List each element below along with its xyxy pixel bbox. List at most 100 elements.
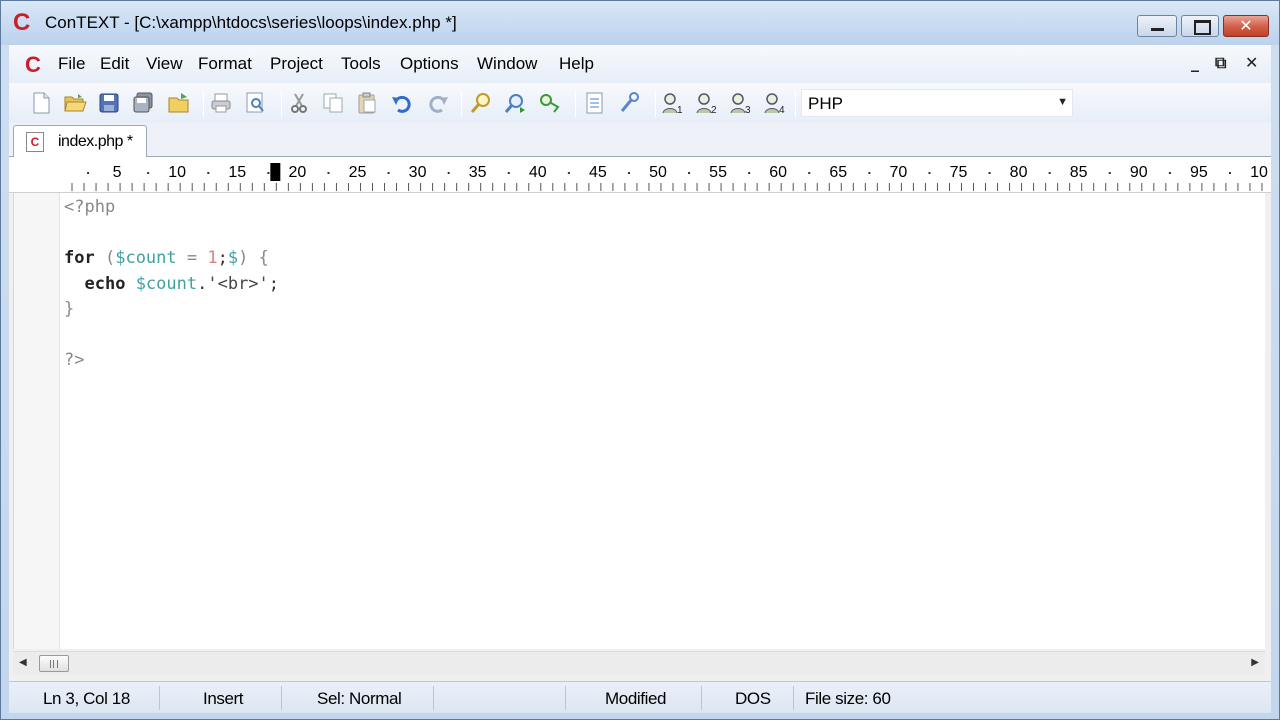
tab-label: index.php * [58, 133, 133, 150]
ruler-label: 90 [1130, 164, 1148, 181]
open-project-icon[interactable] [167, 91, 191, 115]
print-icon[interactable] [209, 91, 233, 115]
menu-help[interactable]: Help [559, 54, 594, 74]
status-divider [793, 686, 794, 710]
svg-text:3: 3 [745, 105, 751, 115]
ruler-half-mark [87, 172, 90, 174]
user-4-icon[interactable]: 4 [763, 91, 787, 116]
toolbar-separator [655, 91, 656, 117]
document-icon[interactable] [583, 91, 607, 115]
scroll-thumb[interactable] [39, 655, 69, 672]
php-file-icon: C [26, 132, 44, 152]
copy-icon[interactable] [321, 91, 345, 115]
code-line[interactable]: ​ [64, 323, 279, 349]
menu-tools[interactable]: Tools [341, 54, 381, 74]
status-divider [701, 686, 702, 710]
ruler-cursor-marker [270, 163, 281, 181]
save-all-icon[interactable] [131, 91, 155, 115]
status-divider [159, 686, 160, 710]
ruler-half-mark [748, 172, 751, 174]
print-preview-icon[interactable] [243, 91, 267, 115]
undo-icon[interactable] [391, 91, 415, 115]
ruler-label: 70 [889, 164, 907, 181]
menu-view[interactable]: View [146, 54, 183, 74]
status-divider [281, 686, 282, 710]
ruler-label: 10 [1250, 164, 1268, 181]
ruler-label: 50 [649, 164, 667, 181]
new-file-icon[interactable] [29, 91, 53, 115]
menu-options[interactable]: Options [400, 54, 459, 74]
svg-text:2: 2 [711, 105, 717, 115]
menu-project[interactable]: Project [270, 54, 323, 74]
maximize-button[interactable] [1181, 15, 1219, 37]
client-area: C File Edit View Format Project Tools Op… [9, 45, 1271, 713]
find-icon[interactable] [469, 91, 493, 115]
replace-icon[interactable] [537, 91, 561, 115]
ruler-label: 20 [288, 164, 306, 181]
code-line[interactable]: for ($count = 1;$) { [64, 246, 279, 272]
code-line[interactable]: echo $count.'<br>'; [64, 272, 279, 298]
menu-format[interactable]: Format [198, 54, 252, 74]
user-1-icon[interactable]: 1 [661, 91, 685, 116]
highlighter-value: PHP [808, 94, 843, 113]
ruler-half-mark [1108, 172, 1111, 174]
redo-icon[interactable] [425, 91, 449, 115]
toolbar-separator [795, 91, 796, 117]
status-bar: Ln 3, Col 18 Insert Sel: Normal Modified… [9, 681, 1271, 713]
paste-icon[interactable] [355, 91, 379, 115]
close-button[interactable] [1223, 15, 1269, 37]
tab-index-php[interactable]: C index.php * [13, 125, 147, 157]
horizontal-scrollbar[interactable]: ◀ ▶ [13, 651, 1265, 675]
menu-window[interactable]: Window [477, 54, 537, 74]
code-editor[interactable]: <?php​for ($count = 1;$) { echo $count.'… [13, 193, 1265, 649]
status-modified: Modified [605, 689, 667, 708]
user-3-icon[interactable]: 3 [729, 91, 753, 116]
code-line[interactable]: ​ [64, 221, 279, 247]
document-system-icon[interactable]: C [25, 52, 41, 78]
app-logo-icon: C [13, 9, 31, 36]
cut-icon[interactable] [287, 91, 311, 115]
highlighter-select[interactable]: PHP ▼ [801, 89, 1073, 117]
status-insert-mode[interactable]: Insert [203, 689, 244, 709]
scroll-left-icon[interactable]: ◀ [19, 657, 27, 668]
save-icon[interactable] [97, 91, 121, 115]
mdi-close-button[interactable]: ✕ [1245, 53, 1258, 72]
ruler-half-mark [207, 172, 210, 174]
mdi-restore-button[interactable]: ⧉ [1215, 53, 1226, 73]
svg-text:1: 1 [677, 105, 683, 115]
code-line[interactable]: } [64, 297, 279, 323]
status-line-ending[interactable]: DOS [735, 689, 771, 709]
tab-bar: C index.php * [9, 123, 1271, 157]
chevron-down-icon[interactable]: ▼ [1057, 96, 1068, 108]
ruler-label: 95 [1190, 164, 1208, 181]
open-folder-icon[interactable] [63, 91, 87, 115]
code-line[interactable]: ?> [64, 348, 279, 374]
tools-icon[interactable] [617, 91, 641, 115]
ruler-label: 60 [769, 164, 787, 181]
toolbar-separator [575, 91, 576, 117]
ruler-label: 80 [1010, 164, 1028, 181]
title-bar[interactable]: C ConTEXT - [C:\xampp\htdocs\series\loop… [1, 1, 1279, 45]
scroll-right-icon[interactable]: ▶ [1251, 657, 1259, 668]
ruler-label: 15 [228, 164, 246, 181]
user-2-icon[interactable]: 2 [695, 91, 719, 116]
minimize-button[interactable] [1137, 15, 1177, 37]
mdi-minimize-button[interactable]: _ [1191, 53, 1199, 72]
status-selection[interactable]: Sel: Normal [317, 689, 402, 709]
ruler-half-mark [868, 172, 871, 174]
ruler-label: 65 [829, 164, 847, 181]
ruler-half-mark [1228, 172, 1231, 174]
menu-file[interactable]: File [58, 54, 85, 74]
app-window: C ConTEXT - [C:\xampp\htdocs\series\loop… [0, 0, 1280, 720]
find-next-icon[interactable] [503, 91, 527, 115]
code-text[interactable]: <?php​for ($count = 1;$) { echo $count.'… [64, 195, 279, 374]
ruler-half-mark [507, 172, 510, 174]
ruler-label: 55 [709, 164, 727, 181]
menu-edit[interactable]: Edit [100, 54, 129, 74]
ruler-label: 5 [113, 164, 122, 181]
ruler-half-mark [387, 172, 390, 174]
toolbar-separator [461, 91, 462, 117]
code-line[interactable]: <?php [64, 195, 279, 221]
status-position: Ln 3, Col 18 [43, 689, 130, 708]
toolbar: 1 2 3 4 PHP ▼ [9, 83, 1271, 123]
